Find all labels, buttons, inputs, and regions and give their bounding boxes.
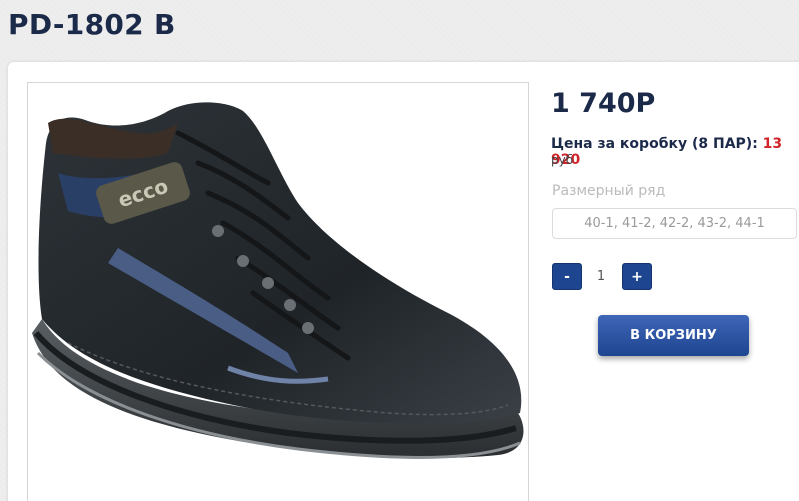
boot-illustration: ecco	[32, 102, 524, 459]
sizes-field[interactable]: 40-1, 41-2, 42-2, 43-2, 44-1	[552, 208, 797, 239]
quantity-decrease-button[interactable]: -	[552, 263, 582, 290]
product-image[interactable]: ecco	[27, 82, 529, 501]
quantity-input[interactable]: 1	[586, 263, 616, 290]
sizes-label: Размерный ряд	[552, 183, 666, 199]
page-title: PD-1802 B	[8, 8, 176, 41]
currency-label: руб	[551, 153, 574, 167]
product-price: 1 740Р	[551, 88, 656, 119]
add-to-cart-button[interactable]: В КОРЗИНУ	[598, 315, 749, 356]
quantity-increase-button[interactable]: +	[622, 263, 652, 290]
box-price-label: Цена за коробку (8 ПАР):	[551, 136, 758, 152]
box-price: Цена за коробку (8 ПАР): 13 920	[551, 136, 799, 168]
